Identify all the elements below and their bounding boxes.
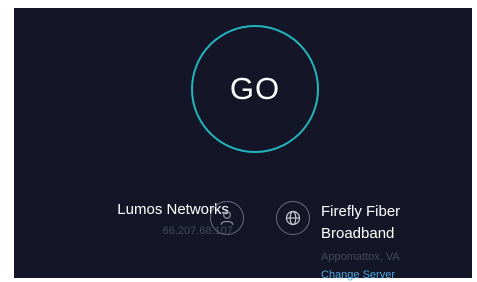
go-button[interactable]: GO (191, 25, 319, 153)
globe-icon-graphic (285, 210, 301, 226)
go-button-label: GO (229, 71, 281, 106)
server-info: Firefly Fiber Broadband Appomattox, VA C… (321, 201, 477, 282)
globe-icon (276, 201, 310, 235)
isp-info: Lumos Networks 66.207.68.107 (59, 201, 233, 238)
change-server-link[interactable]: Change Server (321, 268, 477, 282)
server-location: Appomattox, VA (321, 251, 400, 263)
user-icon-graphic (220, 211, 234, 225)
isp-name: Lumos Networks (117, 201, 229, 218)
speedtest-panel: GO Lumos Networks 66.207.68.107 Firefly … (14, 8, 472, 281)
user-icon (210, 201, 244, 235)
isp-ip-address: 66.207.68.107 (162, 225, 233, 237)
server-name: Firefly Fiber Broadband (321, 203, 401, 242)
